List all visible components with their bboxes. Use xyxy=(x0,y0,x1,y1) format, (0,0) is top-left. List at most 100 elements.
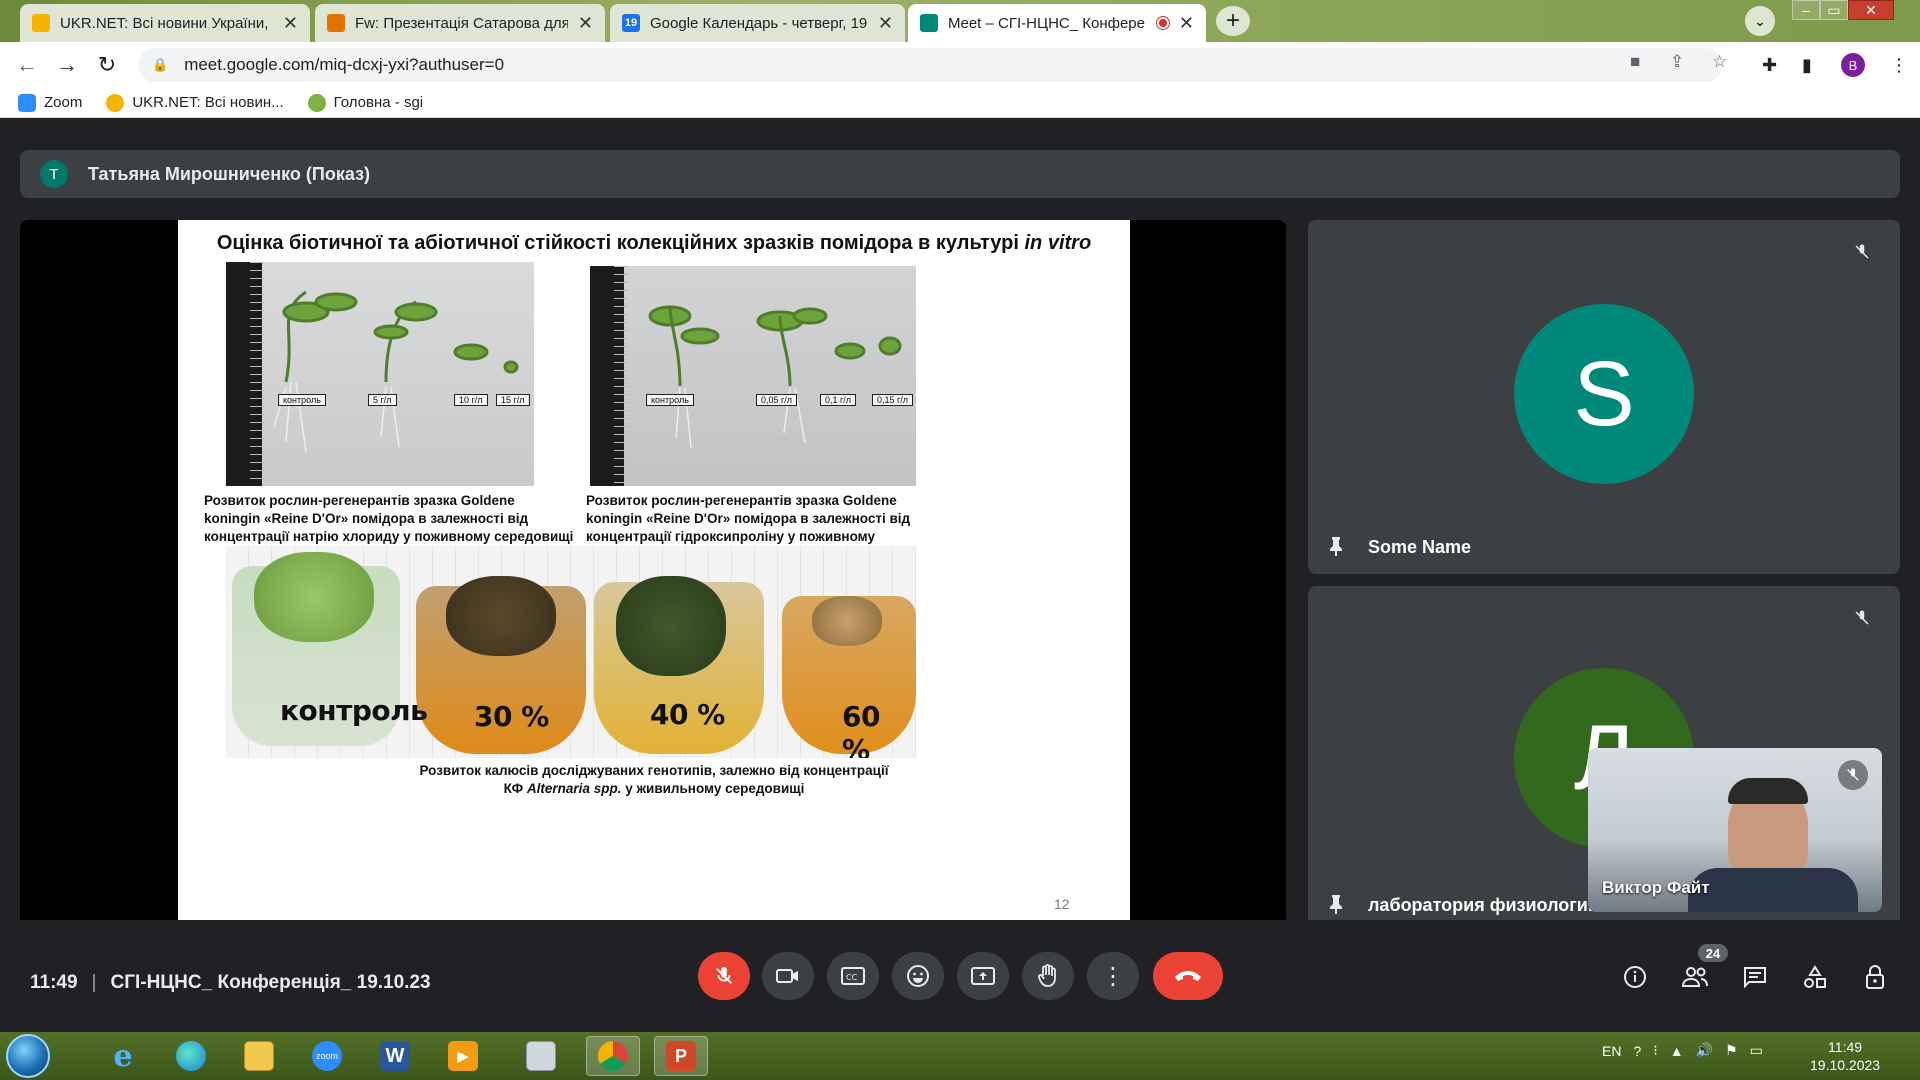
close-tab-icon[interactable]: ✕ xyxy=(1179,13,1194,34)
ukrnet-icon xyxy=(106,93,125,112)
bookmark-star-icon[interactable]: ☆ xyxy=(1712,52,1727,72)
captions-button[interactable]: CC xyxy=(827,952,879,1000)
back-arrow-icon[interactable]: ← xyxy=(12,50,42,80)
pin-icon[interactable] xyxy=(1322,532,1350,560)
caption-bottom-line2: КФ Alternaria spp. у живильному середови… xyxy=(178,780,1130,798)
taskbar-powerpoint[interactable]: P xyxy=(654,1036,708,1076)
self-view-name: Виктор Файт xyxy=(1602,878,1710,897)
language-indicator[interactable]: EN xyxy=(1602,1043,1621,1059)
display-icon[interactable]: ▭ xyxy=(1750,1042,1763,1059)
self-view-video[interactable]: Виктор Файт xyxy=(1588,748,1882,912)
presenter-bar: T Татьяна Мирошниченко (Показ) xyxy=(20,150,1900,198)
taskbar-zoom[interactable]: zoom xyxy=(300,1036,354,1076)
forward-arrow-icon[interactable]: → xyxy=(52,50,82,80)
reactions-button[interactable] xyxy=(892,952,944,1000)
people-icon[interactable] xyxy=(1680,962,1710,992)
mail-favicon-icon xyxy=(327,14,345,32)
callus-image xyxy=(446,576,556,656)
volume-icon[interactable]: 🔊 xyxy=(1696,1042,1713,1059)
host-controls-lock-icon[interactable] xyxy=(1860,962,1890,992)
tag-label: 0,05 г/л xyxy=(756,394,798,406)
present-screen-button[interactable] xyxy=(957,952,1009,1000)
presentation-slide: Оцінка біотичної та абіотичної стійкості… xyxy=(178,220,1130,932)
taskbar-media-player[interactable]: ▶ xyxy=(436,1036,490,1076)
meeting-details-info-icon[interactable] xyxy=(1620,962,1650,992)
chat-icon[interactable] xyxy=(1740,962,1770,992)
flask-label: контроль xyxy=(280,694,428,727)
network-status-icon[interactable]: ⁝ xyxy=(1653,1042,1657,1059)
camera-icon[interactable]: ■ xyxy=(1630,52,1640,72)
powerpoint-icon: P xyxy=(666,1041,696,1071)
taskbar-internet-explorer[interactable]: e xyxy=(96,1036,150,1076)
presentation-stage[interactable]: Оцінка біотичної та абіотичної стійкості… xyxy=(20,220,1286,932)
taskbar-calculator[interactable] xyxy=(514,1036,568,1076)
raise-hand-button[interactable] xyxy=(1022,952,1074,1000)
meet-control-bar: 11:49 | СГІ-НЦНС_ Конференція_ 19.10.23 … xyxy=(0,920,1920,1032)
participant-tile[interactable]: S Some Name xyxy=(1308,220,1900,574)
close-tab-icon[interactable]: ✕ xyxy=(283,13,298,34)
share-icon[interactable]: ⇪ xyxy=(1670,52,1684,72)
svg-text:CC: CC xyxy=(846,973,858,982)
more-options-button[interactable]: ⋮ xyxy=(1087,952,1139,1000)
word-icon: W xyxy=(380,1041,410,1071)
activities-icon[interactable] xyxy=(1800,962,1830,992)
tab-search-chevron-icon[interactable]: ⌄ xyxy=(1745,6,1775,36)
window-minimize-button[interactable]: – xyxy=(1792,0,1820,20)
caption-bottom-line1: Розвиток калюсів досліджуваних генотипів… xyxy=(419,763,889,778)
profile-avatar[interactable]: B xyxy=(1841,53,1865,77)
zoom-app-icon: zoom xyxy=(312,1041,342,1071)
more-vert-icon: ⋮ xyxy=(1101,962,1125,990)
taskbar-chrome[interactable] xyxy=(586,1036,640,1076)
help-icon[interactable]: ? xyxy=(1633,1043,1641,1059)
new-tab-button[interactable]: + xyxy=(1216,6,1250,36)
address-bar[interactable]: 🔒 meet.google.com/miq-dcxj-yxi?authuser=… xyxy=(138,48,1722,82)
window-maximize-button[interactable]: ▭ xyxy=(1820,0,1848,20)
system-tray: EN ? ⁝ ▲ 🔊 ⚑ ▭ xyxy=(1602,1042,1763,1059)
window-close-button[interactable]: ✕ xyxy=(1848,0,1894,20)
side-panel-icon[interactable]: ▮ xyxy=(1802,55,1812,76)
tab-calendar[interactable]: 19 Google Календарь - четверг, 19 ✕ xyxy=(610,4,905,42)
browser-tab-strip: UKR.NET: Всі новини України, ос ✕ Fw: Пр… xyxy=(0,0,1920,42)
mic-toggle-button[interactable] xyxy=(698,952,750,1000)
sgi-icon xyxy=(307,93,326,112)
recording-indicator-icon xyxy=(1156,17,1169,29)
reload-icon[interactable]: ↻ xyxy=(92,50,122,80)
taskbar-clock[interactable]: 11:49 19.10.2023 xyxy=(1810,1038,1880,1074)
close-tab-icon[interactable]: ✕ xyxy=(878,13,893,34)
tab-mail[interactable]: Fw: Презентація Сатарова для С ✕ xyxy=(315,4,605,42)
browser-menu-icon[interactable]: ⋮ xyxy=(1890,55,1908,76)
windows-start-button[interactable] xyxy=(6,1034,50,1078)
pin-icon[interactable] xyxy=(1322,890,1350,918)
people-count-badge: 24 xyxy=(1698,944,1728,962)
taskbar-explorer[interactable] xyxy=(232,1036,286,1076)
present-screen-icon xyxy=(971,967,995,985)
leave-call-button[interactable] xyxy=(1153,952,1223,1000)
taskbar-edge[interactable] xyxy=(164,1036,218,1076)
url-text: meet.google.com/miq-dcxj-yxi?authuser=0 xyxy=(184,55,505,74)
slide-title-main: Оцінка біотичної та абіотичної стійкості… xyxy=(216,232,1025,254)
tab-ukrnet[interactable]: UKR.NET: Всі новини України, ос ✕ xyxy=(20,4,310,42)
bookmark-ukrnet[interactable]: UKR.NET: Всі новин... xyxy=(106,93,284,112)
tab-meet[interactable]: Meet – СГІ-НЦНС_ Конфере ✕ xyxy=(908,4,1206,42)
show-hidden-icons-chevron-icon[interactable]: ▲ xyxy=(1670,1043,1684,1059)
camera-toggle-button[interactable] xyxy=(762,952,814,1000)
calendar-favicon-icon: 19 xyxy=(622,14,640,32)
ukrnet-favicon-icon xyxy=(32,14,50,32)
tag-label: 10 г/л xyxy=(454,394,488,406)
meeting-info: 11:49 | СГІ-НЦНС_ Конференція_ 19.10.23 xyxy=(30,972,431,994)
tag-label: 15 г/л xyxy=(496,394,530,406)
flask-label: 40 % xyxy=(650,698,725,731)
extensions-puzzle-icon[interactable]: ✚ xyxy=(1762,55,1777,76)
close-tab-icon[interactable]: ✕ xyxy=(578,13,593,34)
bookmark-label: Zoom xyxy=(44,94,83,111)
presenter-avatar: T xyxy=(40,160,68,188)
divider: | xyxy=(91,972,97,993)
taskbar-word[interactable]: W xyxy=(368,1036,422,1076)
action-center-flag-icon[interactable]: ⚑ xyxy=(1725,1042,1738,1059)
calculator-icon xyxy=(526,1041,556,1071)
windows-taskbar: e zoom W ▶ P EN ? ⁝ ▲ 🔊 ⚑ ▭ 11:49 19.10.… xyxy=(0,1032,1920,1080)
raise-hand-icon xyxy=(1038,964,1056,987)
tag-label: 5 г/л xyxy=(368,394,397,406)
bookmark-sgi[interactable]: Головна - sgi xyxy=(307,93,423,112)
bookmark-zoom[interactable]: Zoom xyxy=(18,93,83,112)
